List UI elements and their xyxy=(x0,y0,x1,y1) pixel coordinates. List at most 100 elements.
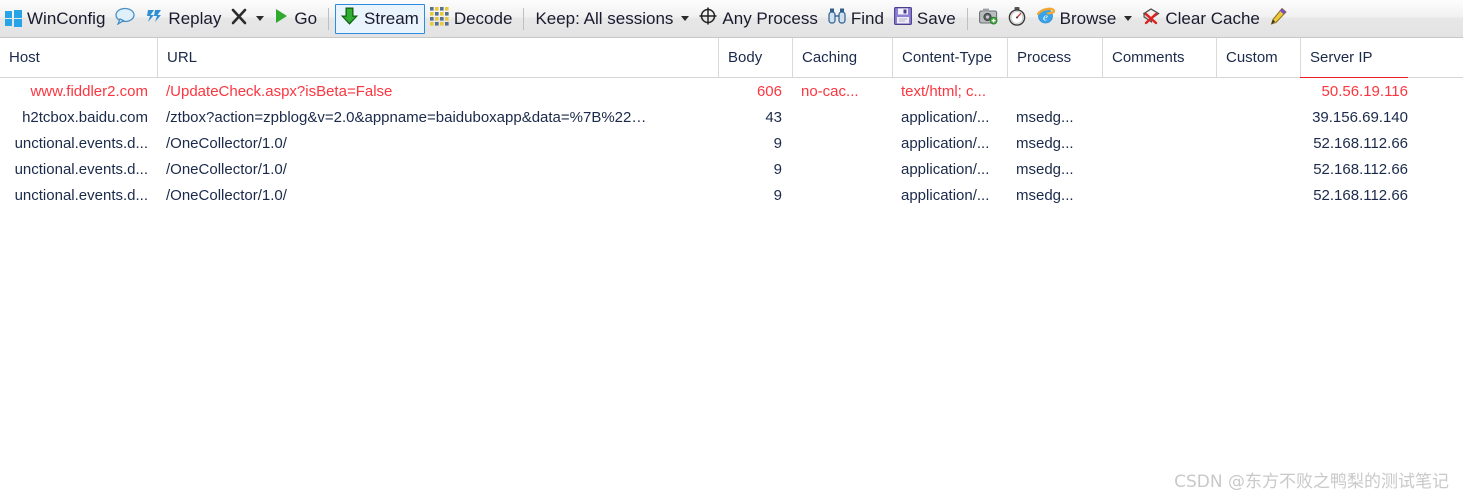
cell-comments xyxy=(1102,104,1216,130)
chevron-down-icon[interactable] xyxy=(256,16,265,21)
toolbar-separator xyxy=(523,7,525,30)
toolbar-button-save[interactable]: Save xyxy=(889,4,961,34)
toolbar-label-save: Save xyxy=(916,9,956,28)
column-header-serverip[interactable]: Server IP xyxy=(1300,38,1463,77)
main-toolbar: WinConfig Replay Go Stream Decode Keep: All s… xyxy=(0,0,1463,38)
column-header-label: Body xyxy=(728,49,763,66)
cell-host: unctional.events.d... xyxy=(14,160,148,178)
cell-body: 606 xyxy=(756,82,782,100)
toolbar-button-decode[interactable]: Decode xyxy=(425,4,518,34)
cell-custom xyxy=(1216,156,1300,182)
toolbar-button-capture[interactable] xyxy=(974,4,1003,34)
toolbar-label-browse: Browse xyxy=(1059,9,1117,28)
cell-url: /UpdateCheck.aspx?isBeta=False xyxy=(166,82,393,100)
column-header-custom[interactable]: Custom xyxy=(1216,38,1300,77)
toolbar-label-winconfig: WinConfig xyxy=(27,9,106,28)
cell-comments xyxy=(1102,182,1216,208)
csdn-watermark: CSDN @东方不败之鸭梨的测试笔记 xyxy=(1174,472,1449,492)
column-header-process[interactable]: Process xyxy=(1007,38,1102,77)
chevron-down-icon[interactable] xyxy=(681,16,690,21)
toolbar-label-keep: Keep: All sessions xyxy=(535,9,674,28)
toolbar-button-browse[interactable]: e Browse xyxy=(1031,4,1138,34)
cell-process: msedg... xyxy=(1016,134,1074,152)
play-icon xyxy=(274,8,289,29)
session-row[interactable]: www.fiddler2.com/UpdateCheck.aspx?isBeta… xyxy=(0,78,1463,104)
windows-logo-icon xyxy=(5,10,22,27)
toolbar-button-winconfig[interactable]: WinConfig xyxy=(0,4,110,34)
cell-process: msedg... xyxy=(1016,160,1074,178)
toolbar-label-anyprocess: Any Process xyxy=(722,9,818,28)
replay-icon xyxy=(145,7,163,30)
toolbar-label-find: Find xyxy=(850,9,884,28)
cell-process: msedg... xyxy=(1016,108,1074,126)
column-header-comments[interactable]: Comments xyxy=(1102,38,1216,77)
toolbar-label-clearcache: Clear Cache xyxy=(1165,9,1260,28)
cell-host: www.fiddler2.com xyxy=(30,82,148,100)
column-header-url[interactable]: URL xyxy=(157,38,718,77)
cell-serverip: 52.168.112.66 xyxy=(1313,134,1408,152)
session-row[interactable]: unctional.events.d... /OneCollector/1.0/9… xyxy=(0,156,1463,182)
cell-url: /OneCollector/1.0/ xyxy=(166,186,287,204)
cell-process xyxy=(1007,78,1102,104)
column-header-label: Caching xyxy=(802,49,858,66)
toolbar-separator xyxy=(966,7,968,30)
toolbar-button-keep[interactable]: Keep: All sessions xyxy=(530,4,694,34)
toolbar-label-replay: Replay xyxy=(168,9,222,28)
cell-caching: no-cac... xyxy=(801,82,859,100)
cell-host: unctional.events.d... xyxy=(14,186,148,204)
toolbar-button-stream[interactable]: Stream xyxy=(335,3,425,34)
cell-body: 9 xyxy=(773,134,782,152)
toolbar-button-anyprocess[interactable]: Any Process xyxy=(694,4,822,34)
column-header-label: Custom xyxy=(1226,49,1278,66)
chevron-down-icon[interactable] xyxy=(1124,16,1133,21)
cell-url: /ztbox?action=zpblog&v=2.0&appname=baidu… xyxy=(166,108,647,126)
toolbar-button-replay[interactable]: Replay xyxy=(140,4,226,34)
session-row[interactable]: unctional.events.d... /OneCollector/1.0/9… xyxy=(0,130,1463,156)
column-header-caching[interactable]: Caching xyxy=(792,38,892,77)
stopwatch-icon xyxy=(1008,6,1026,31)
cell-serverip: 39.156.69.140 xyxy=(1312,108,1408,126)
column-header-label: Content-Type xyxy=(902,49,993,66)
cell-body: 43 xyxy=(765,108,782,126)
cell-contenttype: application/... xyxy=(901,186,990,204)
speech-bubble-icon xyxy=(115,7,136,30)
cell-url: /OneCollector/1.0/ xyxy=(166,134,287,152)
toolbar-separator xyxy=(328,7,330,30)
column-header-body[interactable]: Body xyxy=(718,38,792,77)
ie-browser-icon: e xyxy=(1036,6,1055,31)
toolbar-button-comment[interactable] xyxy=(110,4,140,34)
toolbar-button-clearcache[interactable]: Clear Cache xyxy=(1137,4,1265,34)
cell-custom xyxy=(1216,78,1300,104)
column-header-host[interactable]: Host xyxy=(0,38,157,77)
cell-host: unctional.events.d... xyxy=(14,134,148,152)
cell-comments xyxy=(1102,78,1216,104)
column-header-label: Server IP xyxy=(1310,49,1373,66)
cell-comments xyxy=(1102,156,1216,182)
x-cross-icon xyxy=(231,8,248,30)
cell-body: 9 xyxy=(773,186,782,204)
cell-caching xyxy=(792,156,892,182)
column-header-contenttype[interactable]: Content-Type xyxy=(892,38,1007,77)
cell-serverip: 52.168.112.66 xyxy=(1313,160,1408,178)
camera-icon xyxy=(978,7,998,30)
cell-serverip: 52.168.112.66 xyxy=(1313,186,1408,204)
decode-mosaic-icon xyxy=(429,6,449,31)
toolbar-button-go[interactable]: Go xyxy=(269,4,322,34)
toolbar-button-textwizard[interactable] xyxy=(1265,4,1292,34)
toolbar-button-remove[interactable] xyxy=(226,4,269,34)
toolbar-button-timeline[interactable] xyxy=(1003,4,1031,34)
stream-arrow-icon xyxy=(340,7,359,30)
toolbar-label-stream: Stream xyxy=(364,9,419,28)
binoculars-icon xyxy=(828,7,846,30)
session-grid: Host URL Body Caching Content-Type Process Com… xyxy=(0,38,1463,500)
session-row[interactable]: unctional.events.d... /OneCollector/1.0/9… xyxy=(0,182,1463,208)
column-header-label: Process xyxy=(1017,49,1072,66)
cell-contenttype: text/html; c... xyxy=(901,82,987,100)
cell-contenttype: application/... xyxy=(901,160,990,178)
cell-caching xyxy=(792,130,892,156)
session-row[interactable]: h2tcbox.baidu.com/ztbox?action=zpblog&v=… xyxy=(0,104,1463,130)
toolbar-button-find[interactable]: Find xyxy=(823,4,889,34)
cell-comments xyxy=(1102,130,1216,156)
cell-contenttype: application/... xyxy=(901,134,990,152)
column-header-label: Host xyxy=(9,49,40,66)
